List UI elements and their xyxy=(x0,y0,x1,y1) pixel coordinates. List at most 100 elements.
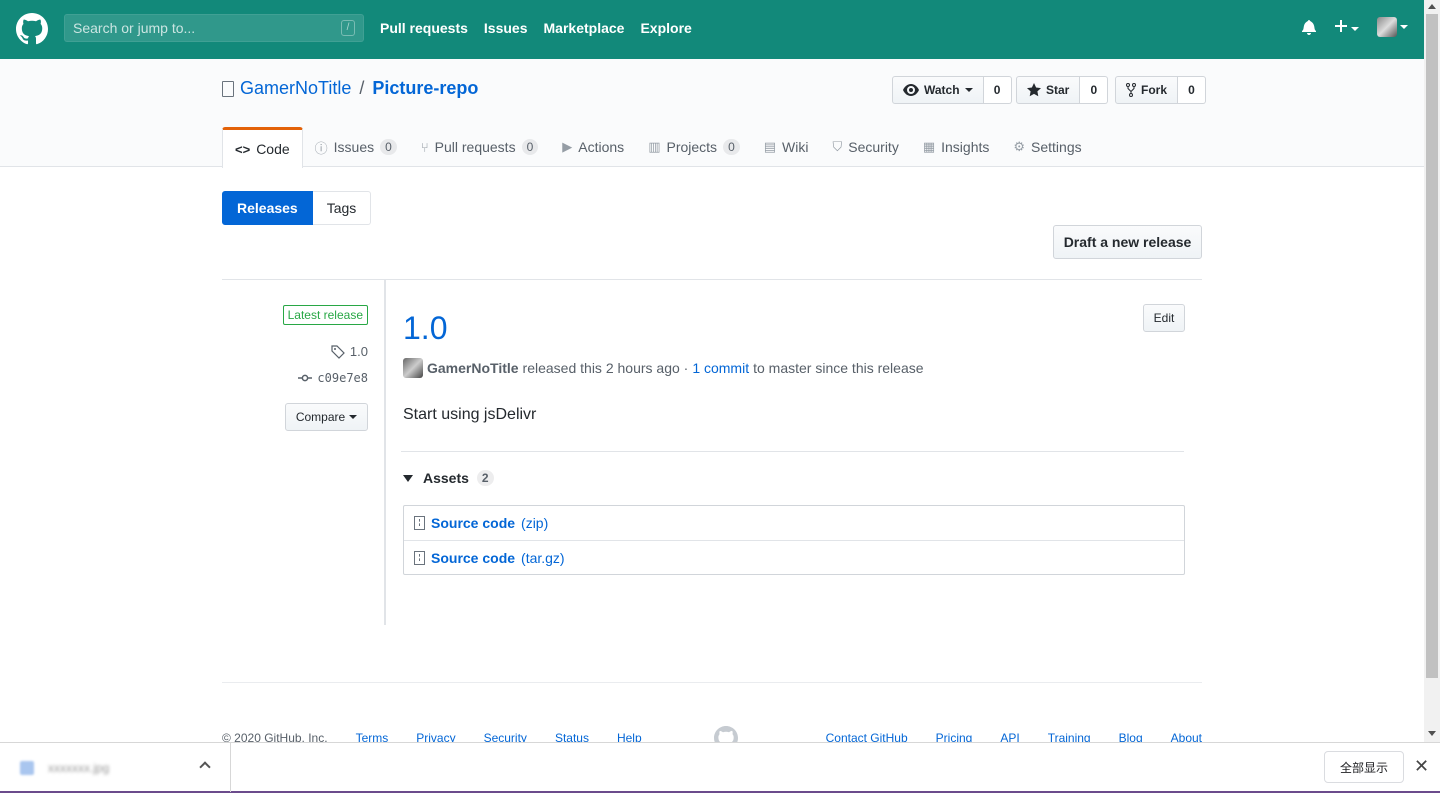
tab-settings[interactable]: ⚙ Settings xyxy=(1001,127,1093,167)
issues-counter: 0 xyxy=(380,139,397,155)
fork-count[interactable]: 0 xyxy=(1178,76,1207,104)
chevron-down-icon xyxy=(1351,26,1359,31)
latest-release-badge: Latest release xyxy=(282,305,368,325)
header-actions xyxy=(1302,17,1408,37)
global-header: Search or jump to... / Pull requests Iss… xyxy=(0,0,1424,59)
tab-code[interactable]: <> Code xyxy=(222,127,303,168)
git-pull-request-icon: ⑂ xyxy=(420,139,429,155)
nav-link-pull-requests[interactable]: Pull requests xyxy=(380,20,468,36)
assets-toggle[interactable]: Assets 2 xyxy=(403,470,494,486)
releases-subnav: Releases Tags xyxy=(222,191,372,225)
edit-release-button[interactable]: Edit xyxy=(1143,304,1185,332)
file-zip-icon xyxy=(414,516,425,530)
download-item[interactable]: xxxxxxx.jpg xyxy=(0,743,231,792)
download-file-name: xxxxxxx.jpg xyxy=(48,760,110,775)
header-nav: Pull requests Issues Marketplace Explore xyxy=(380,20,692,36)
tab-projects-label: Projects xyxy=(666,139,718,155)
search-input[interactable]: Search or jump to... / xyxy=(64,14,364,42)
close-icon[interactable]: ✕ xyxy=(1414,756,1429,777)
pulls-counter: 0 xyxy=(521,139,539,155)
asset-name: Source code xyxy=(431,515,516,531)
star-label: Star xyxy=(1046,83,1070,97)
fork-label: Fork xyxy=(1141,83,1168,97)
author-avatar[interactable] xyxy=(403,358,423,378)
tab-actions-label: Actions xyxy=(578,139,625,155)
tab-pull-requests[interactable]: ⑂ Pull requests 0 xyxy=(409,127,550,167)
star-group: Star 0 xyxy=(1016,76,1109,104)
nav-link-explore[interactable]: Explore xyxy=(640,20,691,36)
create-new-menu[interactable] xyxy=(1334,19,1359,36)
graph-icon: ▦ xyxy=(922,139,936,154)
chevron-down-icon xyxy=(1400,25,1408,29)
repo-nav: <> Code ⓘ Issues 0 ⑂ Pull requests 0 ▶ A… xyxy=(222,127,1094,168)
vertical-scrollbar[interactable] xyxy=(1424,0,1440,742)
assets-label: Assets xyxy=(423,470,469,486)
scroll-up-icon[interactable] xyxy=(1428,4,1436,9)
fork-button[interactable]: Fork xyxy=(1115,76,1179,104)
asset-name: Source code xyxy=(431,549,516,566)
asset-source-zip[interactable]: Source code (zip) xyxy=(404,506,1184,540)
eye-icon xyxy=(903,84,919,96)
tab-code-label: Code xyxy=(256,141,290,157)
download-shelf: xxxxxxx.jpg 全部显示 ✕ xyxy=(0,742,1440,793)
footer-divider xyxy=(222,682,1202,683)
watch-label: Watch xyxy=(924,83,960,97)
star-button[interactable]: Star xyxy=(1016,76,1081,104)
draft-new-release-button[interactable]: Draft a new release xyxy=(1053,225,1202,259)
path-separator: / xyxy=(359,78,365,98)
tab-security-label: Security xyxy=(848,139,899,155)
commits-since-link[interactable]: 1 commit xyxy=(692,360,749,376)
tab-wiki[interactable]: ▤ Wiki xyxy=(752,127,821,167)
nav-link-marketplace[interactable]: Marketplace xyxy=(544,20,625,36)
fork-group: Fork 0 xyxy=(1115,76,1207,104)
release-commit: c09e7e8 xyxy=(317,371,368,385)
divider xyxy=(401,451,1184,452)
project-icon: ▥ xyxy=(648,139,661,154)
scroll-down-icon[interactable] xyxy=(1428,731,1436,736)
bell-icon[interactable] xyxy=(1302,19,1316,35)
chevron-down-icon xyxy=(964,88,973,92)
git-commit-icon xyxy=(298,374,313,382)
show-all-downloads-button[interactable]: 全部显示 xyxy=(1324,751,1404,783)
tab-issues[interactable]: ⓘ Issues 0 xyxy=(303,127,409,167)
nav-link-issues[interactable]: Issues xyxy=(484,20,528,36)
projects-counter: 0 xyxy=(723,139,740,155)
chevron-down-icon xyxy=(349,415,358,419)
tab-security[interactable]: ⛉ Security xyxy=(820,127,910,167)
star-count[interactable]: 0 xyxy=(1080,76,1109,104)
repo-icon xyxy=(222,80,234,97)
github-logo-icon[interactable] xyxy=(16,13,48,45)
book-icon: ▤ xyxy=(763,139,777,154)
release-description: Start using jsDelivr xyxy=(403,406,537,423)
watch-button[interactable]: Watch xyxy=(892,76,984,104)
tab-wiki-label: Wiki xyxy=(782,139,809,155)
asset-source-targz[interactable]: Source code (tar.gz) xyxy=(404,540,1184,574)
scrollbar-thumb[interactable] xyxy=(1426,14,1438,678)
watch-count[interactable]: 0 xyxy=(983,76,1012,104)
gear-icon: ⚙ xyxy=(1013,139,1026,154)
tab-projects[interactable]: ▥ Projects 0 xyxy=(636,127,752,167)
user-menu[interactable] xyxy=(1377,17,1408,37)
release-title-link[interactable]: 1.0 xyxy=(403,310,447,347)
tab-settings-label: Settings xyxy=(1031,139,1082,155)
repo-owner-link[interactable]: GamerNoTitle xyxy=(240,78,351,99)
avatar xyxy=(1377,17,1397,37)
release-author-link[interactable]: GamerNoTitle xyxy=(427,360,519,376)
tab-releases[interactable]: Releases xyxy=(222,191,313,225)
release-commit-link[interactable]: c09e7e8 xyxy=(298,371,368,385)
tab-actions[interactable]: ▶ Actions xyxy=(550,127,636,167)
compare-button[interactable]: Compare xyxy=(285,403,368,431)
tab-issues-label: Issues xyxy=(333,139,375,155)
asset-ext: (zip) xyxy=(521,515,549,531)
tab-insights[interactable]: ▦ Insights xyxy=(911,127,1002,167)
page: Search or jump to... / Pull requests Iss… xyxy=(0,0,1440,793)
repo-name-link[interactable]: Picture-repo xyxy=(372,78,478,99)
since-text: to master since this release xyxy=(753,360,924,376)
assets-list: Source code (zip) Source code (tar.gz) xyxy=(403,505,1185,575)
release-tag-link[interactable]: 1.0 xyxy=(331,344,368,359)
file-zip-icon xyxy=(414,550,425,565)
tab-tags[interactable]: Tags xyxy=(312,191,372,225)
search-shortcut-key: / xyxy=(341,20,355,36)
chevron-up-icon[interactable] xyxy=(199,761,211,773)
released-text: released this 2 hours ago · xyxy=(522,360,689,376)
